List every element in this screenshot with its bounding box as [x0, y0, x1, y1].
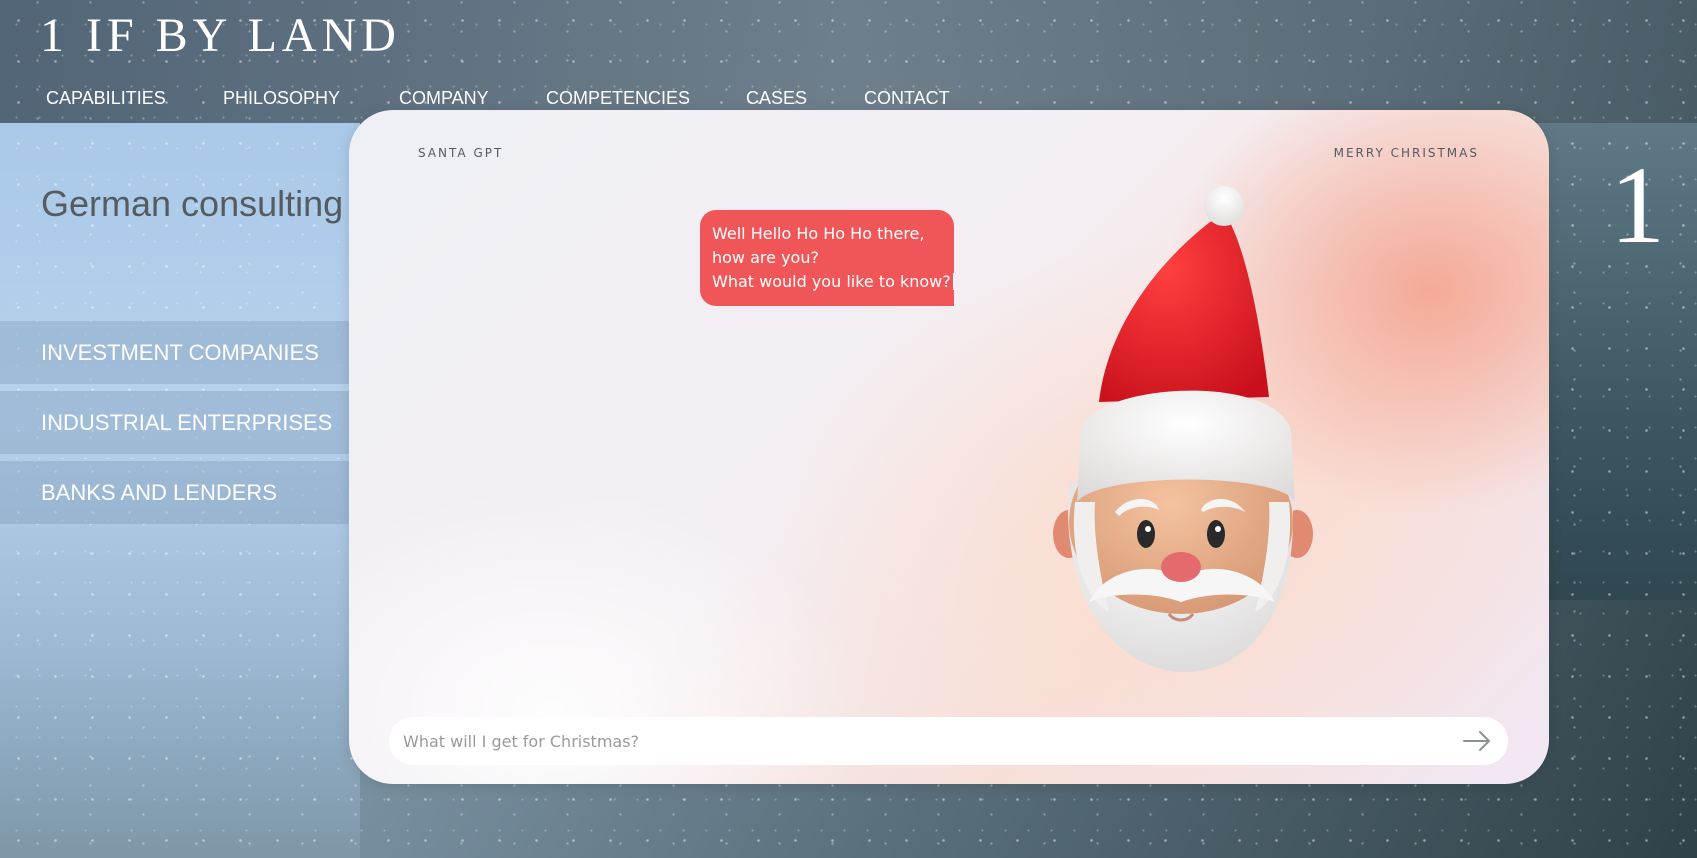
chat-input-bar: [389, 717, 1508, 765]
send-button[interactable]: [1460, 726, 1494, 756]
santa-chat-widget: SANTA GPT MERRY CHRISTMAS Well Hello Ho …: [349, 110, 1549, 784]
category-industrial-enterprises[interactable]: INDUSTRIAL ENTERPRISES: [0, 391, 360, 454]
nav-competencies[interactable]: COMPETENCIES: [546, 88, 746, 109]
nav-company[interactable]: COMPANY: [399, 88, 546, 109]
chat-message-line: Well Hello Ho Ho Ho there,: [712, 224, 925, 243]
partial-logo-glyph: 1: [1610, 144, 1665, 266]
chat-message-bubble: Well Hello Ho Ho Ho there, how are you? …: [700, 210, 954, 306]
chat-input[interactable]: [401, 730, 1460, 752]
category-banks-and-lenders[interactable]: BANKS AND LENDERS: [0, 461, 360, 524]
nav-cases[interactable]: CASES: [746, 88, 864, 109]
chat-message-line-last: What would you like to know?: [712, 270, 954, 294]
chat-greeting-label: MERRY CHRISTMAS: [1333, 146, 1479, 160]
typing-cursor: [952, 273, 954, 290]
site-logo[interactable]: 1 IF BY LAND: [40, 8, 401, 63]
nav-philosophy[interactable]: PHILOSOPHY: [223, 88, 399, 109]
chat-message-line: What would you like to know?: [712, 272, 951, 291]
nav-contact[interactable]: CONTACT: [864, 88, 950, 109]
main-nav: CAPABILITIES PHILOSOPHY COMPANY COMPETEN…: [46, 88, 950, 109]
santa-avatar-icon: [1053, 186, 1313, 672]
chat-brand-label: SANTA GPT: [418, 146, 504, 160]
nav-capabilities[interactable]: CAPABILITIES: [46, 88, 223, 109]
hero-headline: German consulting: [41, 183, 344, 224]
chat-message-line: how are you?: [712, 248, 819, 267]
category-investment-companies[interactable]: INVESTMENT COMPANIES: [0, 321, 360, 384]
arrow-right-icon: [1463, 731, 1490, 751]
